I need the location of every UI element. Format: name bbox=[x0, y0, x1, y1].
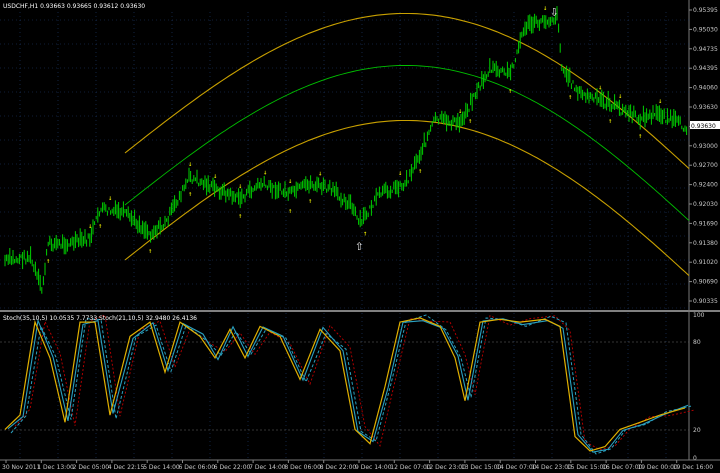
down-arrow: ↓ bbox=[543, 4, 547, 12]
time-axis-labels: 30 Nov 20111 Dec 13:002 Dec 05:004 Dec 2… bbox=[2, 460, 713, 471]
up-arrow: ↑ bbox=[508, 87, 512, 95]
price-tick-label: 0.95030 bbox=[693, 26, 718, 33]
chart-window[interactable]: ↑ ↑ ↑ ↑ ↑ ↑ ↑ ↑ ↑ ↑ ↑ ↑ ↑ ↑ ↓ ↓ ↓ ↓ ↓ ↓ ↓ ↓ ↓ ↓ ↓ ↓ ↓ ↓ ⇧ ⇩ USDCHF,H1… bbox=[0, 0, 720, 473]
down-arrow: ↓ bbox=[398, 169, 402, 177]
price-panel[interactable] bbox=[0, 0, 689, 310]
time-tick-label: 19 Dec 16:00 bbox=[673, 464, 714, 471]
up-arrow: ↑ bbox=[308, 197, 312, 205]
time-tick-label: 5 Dec 14:00 bbox=[143, 464, 180, 471]
down-arrow: ↓ bbox=[88, 222, 92, 230]
down-arrow: ↓ bbox=[188, 160, 192, 168]
price-tick-label: 0.93000 bbox=[693, 143, 718, 150]
time-tick-label: 8 Dec 06:00 bbox=[284, 464, 321, 471]
price-tick-label: 0.92030 bbox=[693, 201, 718, 208]
down-arrow: ↓ bbox=[598, 84, 602, 92]
price-tick-label: 0.91690 bbox=[693, 220, 718, 227]
price-tick-label: 0.91380 bbox=[693, 240, 718, 247]
up-arrow: ↑ bbox=[98, 222, 102, 230]
price-tick-label: 0.94395 bbox=[693, 65, 718, 72]
up-arrow: ↑ bbox=[188, 190, 192, 198]
current-price-label: 0.93630 bbox=[691, 123, 716, 130]
down-arrow: ↓ bbox=[108, 194, 112, 202]
indicator-tick-label: 100 bbox=[693, 312, 705, 319]
indicator-tick-label: 20 bbox=[693, 427, 701, 434]
price-axis-labels: 0.95395 0.95030 0.94735 0.94395 0.94060 0.936… bbox=[689, 7, 718, 305]
time-tick-label: 1 Dec 13:00 bbox=[37, 464, 74, 471]
sell-signal-arrow: ⇩ bbox=[550, 4, 558, 20]
down-arrow: ↓ bbox=[288, 177, 292, 185]
time-tick-label: 8 Dec 22:00 bbox=[320, 464, 357, 471]
down-arrow: ↓ bbox=[618, 92, 622, 100]
time-tick-label: 30 Nov 2011 bbox=[2, 464, 41, 471]
time-tick-label: 7 Dec 14:00 bbox=[249, 464, 286, 471]
time-tick-label: 9 Dec 14:00 bbox=[355, 464, 392, 471]
up-arrow: ↑ bbox=[363, 230, 367, 238]
down-arrow: ↓ bbox=[458, 107, 462, 115]
price-tick-label: 0.94735 bbox=[693, 46, 718, 53]
up-arrow: ↑ bbox=[638, 132, 642, 140]
down-arrow: ↓ bbox=[658, 97, 662, 105]
price-tick-label: 0.95395 bbox=[693, 7, 718, 14]
down-arrow: ↓ bbox=[238, 182, 242, 190]
price-tick-label: 0.91020 bbox=[693, 259, 718, 266]
price-tick-label: 0.92700 bbox=[693, 162, 718, 169]
up-arrow: ↑ bbox=[608, 117, 612, 125]
price-tick-label: 0.90335 bbox=[693, 298, 718, 305]
up-arrow: ↑ bbox=[148, 247, 152, 255]
up-arrow: ↑ bbox=[568, 93, 572, 101]
down-arrow: ↓ bbox=[263, 169, 267, 177]
current-price-marker: 0.93630 bbox=[690, 121, 720, 130]
up-arrow: ↑ bbox=[46, 257, 50, 265]
up-arrow: ↑ bbox=[238, 212, 242, 220]
indicator-tick-label: 0 bbox=[693, 455, 697, 462]
time-tick-label: 4 Dec 22:15 bbox=[108, 464, 145, 471]
chart-title: USDCHF,H1 0.93663 0.93665 0.93612 0.9363… bbox=[3, 3, 145, 10]
down-arrow: ↓ bbox=[213, 172, 217, 180]
time-tick-label: 6 Dec 06:00 bbox=[179, 464, 216, 471]
time-tick-label: 2 Dec 05:00 bbox=[73, 464, 110, 471]
indicator-panel[interactable] bbox=[0, 312, 689, 460]
indicator-title: Stoch(35,10,5) 10.0535 7.7733 Stoch(21,1… bbox=[3, 315, 197, 322]
indicator-axis-labels: 100 80 20 0 bbox=[693, 312, 705, 462]
price-tick-label: 0.90690 bbox=[693, 279, 718, 286]
up-arrow: ↑ bbox=[418, 167, 422, 175]
up-arrow: ↑ bbox=[468, 117, 472, 125]
time-tick-label: 6 Dec 22:00 bbox=[214, 464, 251, 471]
price-tick-label: 0.93630 bbox=[693, 104, 718, 111]
down-arrow: ↓ bbox=[318, 170, 322, 178]
price-tick-label: 0.92400 bbox=[693, 182, 718, 189]
indicator-tick-label: 80 bbox=[693, 339, 701, 346]
buy-signal-arrow: ⇧ bbox=[355, 238, 363, 254]
price-tick-label: 0.94060 bbox=[693, 85, 718, 92]
up-arrow: ↑ bbox=[288, 207, 292, 215]
